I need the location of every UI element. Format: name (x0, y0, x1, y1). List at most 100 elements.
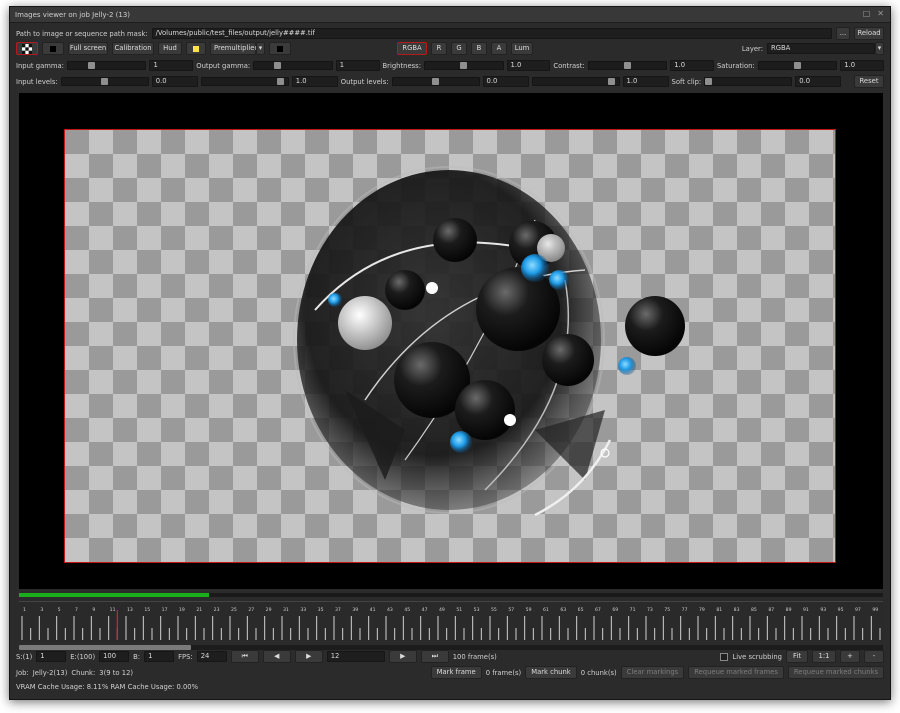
close-icon[interactable]: ✕ (877, 9, 884, 18)
slider-handle[interactable] (608, 78, 616, 85)
checkerboard-toggle[interactable] (16, 42, 38, 55)
input-levels-low-slider[interactable] (60, 77, 149, 86)
requeue-frames-button[interactable]: Requeue marked frames (688, 666, 784, 679)
fps-field[interactable]: 24 (196, 651, 227, 662)
timeline-tick-label: 9 (92, 607, 95, 613)
play-icon: ▶ (306, 652, 312, 660)
maximize-icon[interactable]: □ (863, 9, 871, 18)
slider-handle[interactable] (623, 62, 631, 69)
timeline-tick-label: 13 (127, 607, 133, 613)
by-frame-field[interactable]: 1 (144, 651, 175, 662)
layer-dropdown[interactable]: RGBA (767, 43, 875, 54)
slider-handle[interactable] (431, 78, 439, 85)
start-frame-field[interactable]: 1 (36, 651, 67, 662)
soft-clip-slider[interactable] (704, 77, 793, 86)
brightness-slider[interactable] (424, 61, 504, 70)
contrast-slider[interactable] (587, 61, 668, 70)
browse-button[interactable]: ... (836, 27, 850, 40)
timeline-tick-label: 15 (144, 607, 150, 613)
output-levels-low-slider[interactable] (391, 77, 480, 86)
timeline-tick-label: 35 (318, 607, 324, 613)
input-levels-high-field[interactable]: 1.0 (291, 76, 338, 87)
saturation-field[interactable]: 1.0 (840, 60, 885, 71)
timeline-tick-label: 99 (872, 607, 878, 613)
live-scrubbing-checkbox[interactable] (720, 652, 729, 661)
soft-clip-field[interactable]: 0.0 (795, 76, 842, 87)
output-gamma-slider[interactable] (253, 61, 333, 70)
calibration-button[interactable]: Calibration (112, 42, 154, 55)
background-color-button[interactable] (42, 42, 64, 55)
go-to-end-button[interactable]: ⏭ (420, 650, 449, 663)
input-levels-high-slider[interactable] (200, 77, 289, 86)
clear-markings-button[interactable]: Clear markings (620, 666, 685, 679)
frame-count-label: 100 frame(s) (452, 652, 497, 661)
playback-controls-row: S:(1) 1 E:(100) 100 B: 1 FPS: 24 ⏮ ◀ ▶ 1… (16, 650, 884, 663)
channel-lum-button[interactable]: Lum (511, 42, 533, 55)
path-input[interactable]: /Volumes/public/test_files/output/jelly#… (151, 28, 832, 39)
chunk-value: 3(9 to 12) (99, 668, 134, 677)
marked-frames-count: 0 frame(s) (485, 668, 522, 677)
cache-progress-fill (19, 593, 210, 597)
timeline-tick-label: 31 (283, 607, 289, 613)
slider-handle[interactable] (273, 62, 281, 69)
step-forward-button[interactable]: ▶ (388, 650, 417, 663)
channel-g-button[interactable]: G (451, 42, 467, 55)
slider-handle[interactable] (705, 78, 713, 85)
output-gamma-label: Output gamma: (196, 61, 251, 70)
toolbar-row: Full screen Calibration Hud Premultiplie… (16, 42, 884, 55)
mark-frame-button[interactable]: Mark frame (430, 666, 482, 679)
hud-button[interactable]: Hud (158, 42, 182, 55)
input-gamma-slider[interactable] (66, 61, 147, 70)
fullscreen-button[interactable]: Full screen (68, 42, 108, 55)
requeue-chunks-button[interactable]: Requeue marked chunks (787, 666, 884, 679)
output-levels-high-slider[interactable] (531, 77, 620, 86)
zoom-out-button[interactable]: - (864, 650, 884, 663)
timeline-tick-label: 85 (751, 607, 757, 613)
step-back-icon: ◀ (274, 652, 280, 660)
timeline-tick-label: 37 (335, 607, 341, 613)
black-sphere (455, 380, 515, 440)
timeline-tick-label: 5 (58, 607, 61, 613)
timeline-ruler[interactable]: 1 3 5 7 9 11 13 15 17 19 21 23 25 27 29 31 33 35 37 39 41 43 4… (19, 601, 883, 641)
timeline-tick-label: 77 (682, 607, 688, 613)
slider-handle[interactable] (460, 62, 468, 69)
output-levels-high-field[interactable]: 1.0 (622, 76, 669, 87)
channel-b-button[interactable]: B (471, 42, 487, 55)
channel-a-button[interactable]: A (491, 42, 507, 55)
timeline-tick-label: 87 (768, 607, 774, 613)
premultiplied-dropdown[interactable]: Premultiplied (210, 42, 259, 55)
contrast-field[interactable]: 1.0 (670, 60, 714, 71)
reload-button[interactable]: Reload (854, 27, 884, 40)
timeline-tick-label: 75 (664, 607, 670, 613)
step-back-button[interactable]: ◀ (262, 650, 291, 663)
go-to-start-button[interactable]: ⏮ (230, 650, 259, 663)
slider-handle[interactable] (87, 62, 95, 69)
output-levels-low-field[interactable]: 0.0 (482, 76, 529, 87)
current-frame-field[interactable]: 12 (326, 651, 385, 662)
mark-chunk-button[interactable]: Mark chunk (525, 666, 577, 679)
end-frame-field[interactable]: 100 (99, 651, 130, 662)
slider-handle[interactable] (100, 78, 108, 85)
one-to-one-button[interactable]: 1:1 (812, 650, 836, 663)
input-gamma-field[interactable]: 1 (149, 60, 194, 71)
premultiplied-label: Premultiplied (214, 44, 259, 52)
timeline-tick-label: 79 (699, 607, 705, 613)
layer-chevron-icon[interactable]: ▾ (875, 42, 884, 55)
fit-button[interactable]: Fit (786, 650, 808, 663)
checkerboard-icon (22, 43, 32, 54)
premultiplied-chevron-icon[interactable]: ▾ (256, 42, 265, 55)
channel-r-button[interactable]: R (431, 42, 447, 55)
brightness-field[interactable]: 1.0 (506, 60, 551, 71)
output-gamma-field[interactable]: 1 (335, 60, 380, 71)
slider-handle[interactable] (793, 62, 801, 69)
reset-button[interactable]: Reset (854, 75, 884, 88)
slider-handle[interactable] (277, 78, 285, 85)
alpha-color-button[interactable] (269, 42, 291, 55)
image-viewport[interactable] (19, 93, 883, 589)
hud-color-button[interactable] (186, 42, 206, 55)
zoom-in-button[interactable]: + (840, 650, 860, 663)
channel-rgba-button[interactable]: RGBA (397, 42, 427, 55)
input-levels-low-field[interactable]: 0.0 (151, 76, 198, 87)
saturation-slider[interactable] (757, 61, 838, 70)
play-button[interactable]: ▶ (294, 650, 323, 663)
